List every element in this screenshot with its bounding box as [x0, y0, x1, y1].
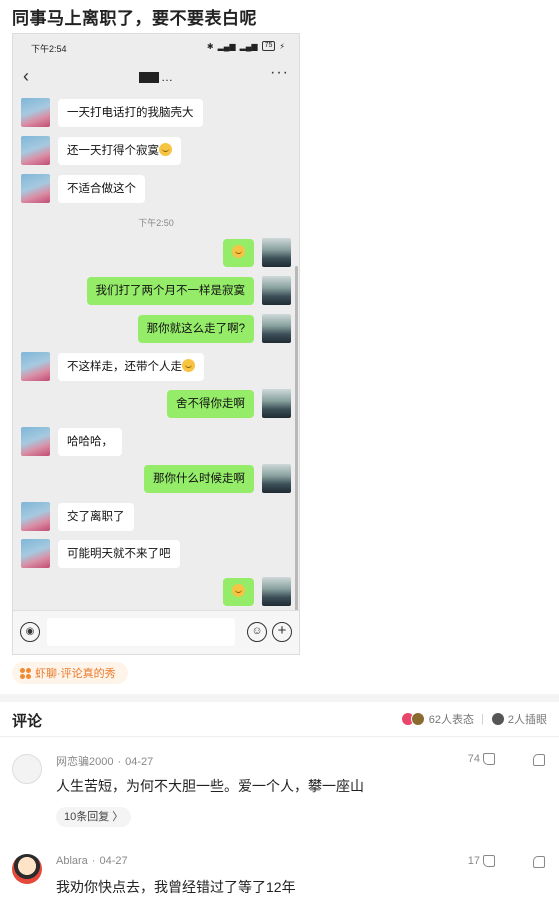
- chat-timestamp: 下午2:50: [138, 218, 174, 228]
- chat-contact-name: …: [139, 70, 173, 84]
- comment-date: 04-27: [125, 756, 154, 768]
- comment-username[interactable]: Ablara: [56, 855, 88, 867]
- battery-icon: 75: [261, 41, 276, 51]
- comments-header: 评论 62人表态 | 2人插眼: [0, 702, 559, 736]
- bluetooth-icon: ✱: [206, 41, 214, 51]
- sticker-reaction-icon: [410, 712, 425, 726]
- chat-input-bar: ◉ ☺ +: [13, 610, 299, 654]
- comments-title: 评论: [12, 713, 43, 730]
- comment-username[interactable]: 网恋骗2000: [56, 756, 113, 768]
- message-received: 不适合做这个: [21, 174, 145, 203]
- avatar[interactable]: [262, 238, 291, 267]
- message-bubble: 不适合做这个: [58, 174, 145, 203]
- message-bubble: 哈哈哈，: [58, 427, 122, 456]
- divider-line: [0, 736, 559, 737]
- status-bar: 下午2:54 ✱ ▂▄▆ ▂▄▆ 75 ⚡: [13, 34, 299, 60]
- avatar[interactable]: [21, 98, 50, 127]
- status-icons: ✱ ▂▄▆ ▂▄▆ 75 ⚡: [207, 41, 285, 51]
- message-bubble: 舍不得你走啊: [167, 389, 254, 418]
- avatar[interactable]: [21, 174, 50, 203]
- message-received: 还一天打得个寂寞: [21, 136, 181, 165]
- separator: |: [481, 713, 484, 725]
- chat-screenshot: 下午2:54 ✱ ▂▄▆ ▂▄▆ 75 ⚡ ‹ … ··· 一天打电话打的我脑壳…: [12, 33, 300, 655]
- thumbs-down-icon[interactable]: [533, 754, 545, 766]
- comment-avatar[interactable]: [12, 754, 42, 784]
- grin-emoji-icon: [232, 244, 245, 258]
- comment-meta: Ablara · 04-27: [56, 855, 128, 867]
- eyes-icon: [490, 712, 505, 726]
- avatar[interactable]: [21, 539, 50, 568]
- view-replies-button[interactable]: 10条回复 〉: [56, 807, 132, 827]
- redaction-mark: [139, 72, 159, 84]
- topic-tag[interactable]: 虾聊·评论真的秀: [12, 662, 128, 684]
- comment-text: 我劝你快点去，我曾经错过了等了12年: [56, 879, 296, 895]
- message-received: 交了离职了: [21, 502, 134, 531]
- smiley-icon[interactable]: ☺: [247, 622, 267, 642]
- message-sent: 那你就这么走了啊?: [137, 314, 291, 343]
- message-received: 可能明天就不来了吧: [21, 539, 180, 568]
- message-bubble: 不这样走，还带个人走: [58, 352, 204, 381]
- message-sent: [223, 577, 291, 606]
- message-sent: 舍不得你走啊: [167, 389, 291, 418]
- post-title: 同事马上离职了，要不要表白呢: [12, 9, 257, 28]
- like-count: 74: [467, 753, 480, 765]
- comment-date: 04-27: [99, 855, 128, 867]
- avatar[interactable]: [21, 352, 50, 381]
- message-bubble: 交了离职了: [58, 502, 134, 531]
- chat-messages: 一天打电话打的我脑壳大 还一天打得个寂寞 不适合做这个 下午2:50 我们打了两…: [13, 96, 299, 646]
- message-received: 哈哈哈，: [21, 427, 122, 456]
- message-input[interactable]: [47, 618, 235, 646]
- message-sent: 那你什么时候走啊: [144, 464, 291, 493]
- message-bubble: 那你就这么走了啊?: [137, 314, 254, 343]
- insert-count: 2人插眼: [507, 714, 547, 726]
- comment-text: 人生苦短，为何不大胆一些。爱一个人，攀一座山: [56, 778, 364, 794]
- message-bubble: 那你什么时候走啊: [144, 464, 254, 493]
- message-received: 不这样走，还带个人走: [21, 352, 204, 381]
- like-button[interactable]: 74: [468, 753, 495, 765]
- message-sent: [223, 238, 291, 267]
- avatar[interactable]: [262, 276, 291, 305]
- avatar[interactable]: [21, 502, 50, 531]
- thumbs-down-icon[interactable]: [533, 856, 545, 868]
- avatar[interactable]: [262, 389, 291, 418]
- message-sent: 我们打了两个月不一样是寂寞: [86, 276, 291, 305]
- avatar[interactable]: [262, 464, 291, 493]
- avatar[interactable]: [21, 136, 50, 165]
- avatar[interactable]: [262, 577, 291, 606]
- reactions-count: 62人表态: [428, 714, 475, 726]
- message-bubble: 一天打电话打的我脑壳大: [58, 98, 203, 127]
- section-divider: [0, 694, 559, 702]
- charging-icon: ⚡: [279, 41, 285, 51]
- grin-emoji-icon: [159, 142, 172, 156]
- message-bubble: 我们打了两个月不一样是寂寞: [86, 276, 254, 305]
- topic-label: 虾聊·评论真的秀: [35, 668, 116, 680]
- signal-icon: ▂▄▆: [217, 41, 236, 51]
- topic-icon: [20, 667, 31, 679]
- status-time: 下午2:54: [31, 44, 67, 54]
- grin-emoji-icon: [232, 583, 245, 597]
- like-button[interactable]: 17: [468, 855, 495, 867]
- grin-emoji-icon: [182, 358, 195, 372]
- message-received: 一天打电话打的我脑壳大: [21, 98, 203, 127]
- comment-meta: 网恋骗2000 · 04-27: [56, 756, 154, 768]
- message-bubble: 可能明天就不来了吧: [58, 539, 180, 568]
- avatar[interactable]: [262, 314, 291, 343]
- thumbs-up-icon: [483, 855, 495, 867]
- signal-icon-2: ▂▄▆: [239, 41, 258, 51]
- comment-avatar[interactable]: [12, 854, 42, 884]
- voice-icon[interactable]: ◉: [20, 622, 40, 642]
- chat-header: ‹ … ···: [13, 60, 299, 96]
- reactions-summary[interactable]: 62人表态 | 2人插眼: [400, 711, 547, 727]
- message-bubble: [223, 577, 254, 606]
- message-bubble: 还一天打得个寂寞: [58, 136, 181, 165]
- like-count: 17: [467, 855, 480, 867]
- scrollbar[interactable]: [295, 266, 298, 646]
- more-icon[interactable]: ···: [270, 64, 289, 82]
- plus-icon[interactable]: +: [272, 622, 292, 642]
- back-icon[interactable]: ‹: [23, 66, 29, 87]
- thumbs-up-icon: [483, 753, 495, 765]
- message-bubble: [223, 238, 254, 267]
- avatar[interactable]: [21, 427, 50, 456]
